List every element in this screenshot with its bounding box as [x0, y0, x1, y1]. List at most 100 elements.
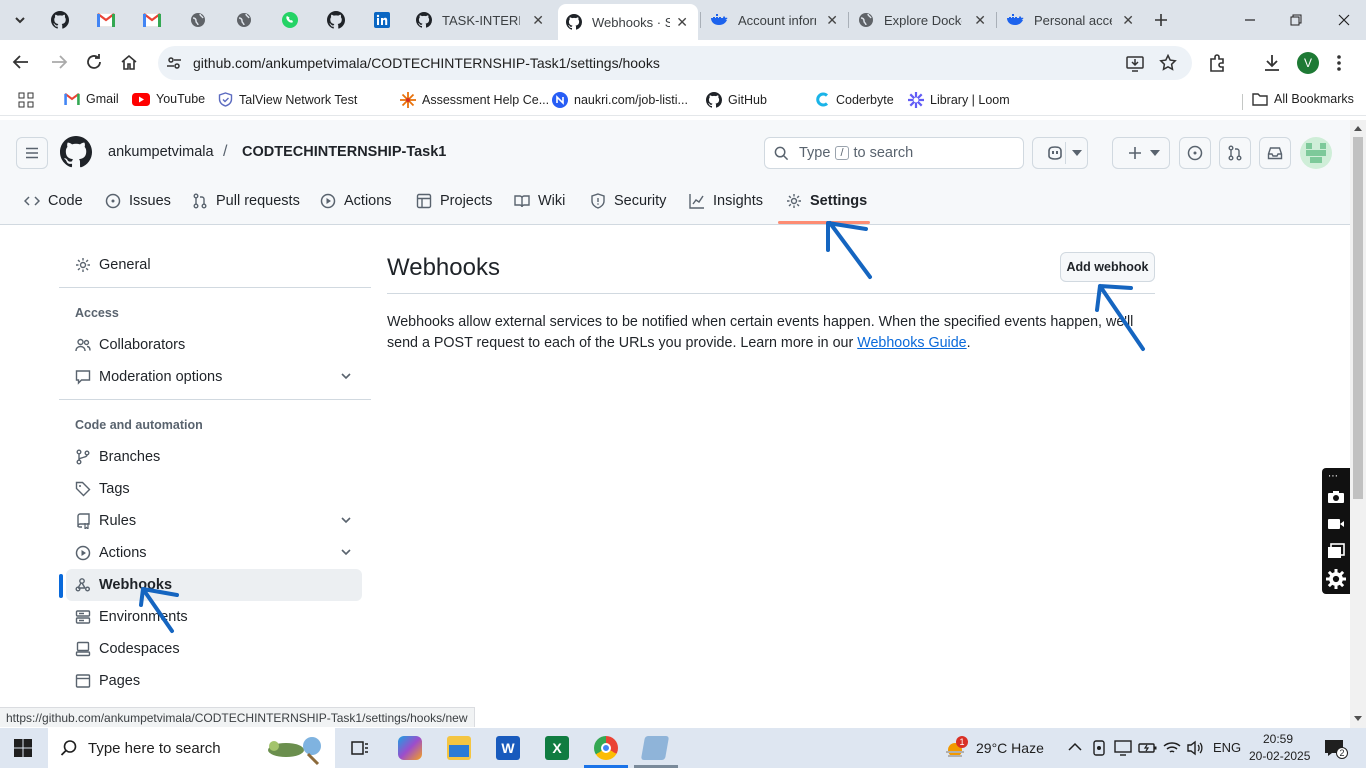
- bookmark-coderbyte[interactable]: Coderbyte: [815, 92, 894, 107]
- all-bookmarks-button[interactable]: All Bookmarks: [1252, 92, 1354, 106]
- close-icon[interactable]: ✕: [974, 12, 986, 29]
- tab-search-button[interactable]: [2, 6, 38, 34]
- tab-webhooks[interactable]: Webhooks · Se ✕: [558, 4, 698, 40]
- apps-grid-icon: [18, 92, 34, 108]
- tab-separator: [848, 12, 849, 28]
- bookmark-naukri[interactable]: naukri.com/job-listi...: [552, 92, 688, 108]
- more-icon[interactable]: ⋯: [1328, 471, 1338, 482]
- pinned-tab-globe[interactable]: [180, 6, 216, 34]
- chevron-up-icon[interactable]: [1068, 742, 1082, 752]
- wifi-icon[interactable]: [1163, 740, 1181, 756]
- app-icon[interactable]: [640, 736, 670, 760]
- tab-task-intern[interactable]: TASK-INTERN ✕: [408, 6, 554, 34]
- address-bar[interactable]: github.com/ankumpetvimala/CODTECHINTERNS…: [158, 46, 1192, 80]
- camera-icon[interactable]: [1327, 490, 1345, 504]
- tab-account-information[interactable]: Account inform ✕: [702, 6, 848, 34]
- tab-label: Account inform: [738, 12, 816, 28]
- file-explorer-icon[interactable]: [447, 736, 471, 760]
- windows-taskbar: Type here to search W X 1 29°C Haze ENG …: [0, 728, 1366, 768]
- battery-icon[interactable]: [1138, 740, 1158, 756]
- search-icon: [60, 740, 77, 756]
- github-icon: [51, 11, 69, 29]
- bookmark-label: Assessment Help Ce...: [422, 93, 550, 107]
- downloads-button[interactable]: [1262, 53, 1282, 73]
- tab-label: TASK-INTERN: [442, 12, 520, 28]
- tab-personal-access[interactable]: Personal acces ✕: [998, 6, 1144, 34]
- scroll-up-icon[interactable]: [1354, 126, 1362, 131]
- close-window-button[interactable]: [1326, 6, 1362, 34]
- close-icon[interactable]: ✕: [676, 14, 688, 31]
- install-app-icon[interactable]: [1126, 54, 1144, 72]
- task-view-button[interactable]: [350, 738, 370, 758]
- reload-button[interactable]: [85, 53, 103, 71]
- clock-time[interactable]: 20:59: [1263, 732, 1293, 746]
- home-button[interactable]: [120, 53, 138, 71]
- browser-menu-button[interactable]: [1336, 53, 1342, 73]
- language-indicator[interactable]: ENG: [1213, 740, 1241, 755]
- pinned-tab-linkedin[interactable]: [364, 6, 400, 34]
- notification-center-button[interactable]: 2: [1324, 739, 1348, 759]
- profile-avatar[interactable]: V: [1297, 52, 1319, 74]
- github-icon: [706, 92, 722, 108]
- close-icon[interactable]: ✕: [532, 12, 544, 29]
- extensions-button[interactable]: [1208, 53, 1228, 73]
- bookmark-label: naukri.com/job-listi...: [574, 93, 688, 107]
- restore-button[interactable]: [1278, 6, 1314, 34]
- github-icon: [327, 11, 345, 29]
- pinned-tab-github[interactable]: [42, 6, 78, 34]
- meet-now-icon[interactable]: [1092, 739, 1106, 757]
- apps-button[interactable]: [18, 92, 34, 108]
- pinned-tab-gmail[interactable]: [88, 6, 124, 34]
- pinned-tab-github-2[interactable]: [318, 6, 354, 34]
- bookmark-loom[interactable]: Library | Loom: [908, 92, 1010, 108]
- clock-date[interactable]: 20-02-2025: [1249, 749, 1310, 763]
- pinned-tab-whatsapp[interactable]: [272, 6, 308, 34]
- pinned-tab-gmail-2[interactable]: [134, 6, 170, 34]
- tab-label: Webhooks · Se: [592, 14, 670, 30]
- tab-label: Personal acces: [1034, 12, 1112, 28]
- new-tab-button[interactable]: [1143, 6, 1179, 34]
- gear-icon[interactable]: [1326, 569, 1346, 589]
- shield-check-icon: [218, 92, 233, 107]
- excel-icon[interactable]: X: [545, 736, 569, 760]
- pinned-tab-globe-2[interactable]: [226, 6, 262, 34]
- status-bar-url: https://github.com/ankumpetvimala/CODTEC…: [0, 707, 475, 727]
- tab-separator: [996, 12, 997, 28]
- scroll-down-icon[interactable]: [1354, 716, 1362, 721]
- window-icon[interactable]: [1327, 543, 1345, 559]
- page-scrollbar[interactable]: [1350, 120, 1366, 728]
- forward-button[interactable]: [50, 53, 68, 71]
- chrome-icon[interactable]: [594, 736, 618, 760]
- bookmark-github[interactable]: GitHub: [706, 92, 767, 108]
- docker-icon: [1007, 14, 1024, 25]
- taskbar-search-input[interactable]: Type here to search: [48, 728, 335, 768]
- bookmark-talview[interactable]: TalView Network Test: [218, 92, 357, 107]
- tab-explore-docker[interactable]: Explore Docke ✕: [850, 6, 996, 34]
- close-icon: [1338, 14, 1350, 26]
- copilot-taskbar-icon[interactable]: [398, 736, 422, 760]
- bookmark-assessment-help[interactable]: Assessment Help Ce...: [400, 92, 549, 108]
- scrollbar-thumb[interactable]: [1353, 137, 1363, 499]
- word-icon[interactable]: W: [496, 736, 520, 760]
- back-button[interactable]: [12, 53, 30, 71]
- minimize-button[interactable]: [1232, 6, 1268, 34]
- youtube-icon: [132, 92, 150, 106]
- weather-icon[interactable]: 1: [944, 736, 968, 758]
- star-icon[interactable]: [1159, 54, 1177, 72]
- weather-badge: 1: [956, 736, 968, 748]
- puzzle-icon: [1210, 54, 1224, 72]
- video-icon[interactable]: [1327, 517, 1345, 531]
- bookmark-label: YouTube: [156, 92, 206, 106]
- divider: [1242, 94, 1243, 110]
- site-settings-icon[interactable]: [166, 55, 182, 71]
- close-icon[interactable]: ✕: [826, 12, 838, 29]
- close-icon[interactable]: ✕: [1122, 12, 1134, 29]
- bookmark-label: Gmail: [86, 92, 119, 106]
- start-button[interactable]: [14, 739, 32, 757]
- weather-text[interactable]: 29°C Haze: [976, 740, 1044, 756]
- volume-icon[interactable]: [1186, 740, 1204, 756]
- search-highlight-illustration: [268, 737, 321, 766]
- display-icon[interactable]: [1114, 740, 1132, 756]
- bookmark-gmail[interactable]: Gmail: [64, 92, 119, 106]
- bookmark-youtube[interactable]: YouTube: [132, 92, 205, 106]
